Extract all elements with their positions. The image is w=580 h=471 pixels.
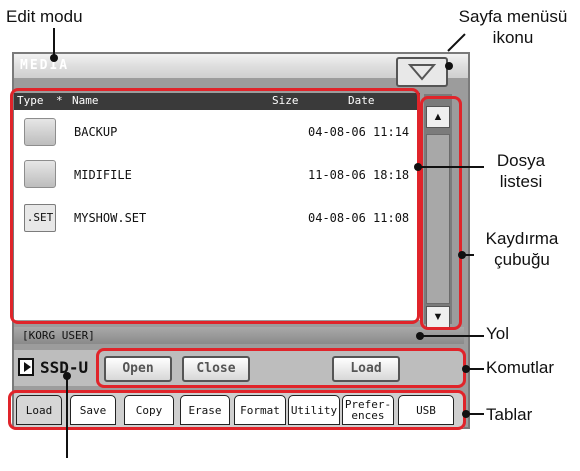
callout-scrollbar-line2: çubuğu <box>494 250 550 269</box>
callout-file-list-line1: Dosya <box>496 151 546 170</box>
callout-commands: Komutlar <box>486 358 555 377</box>
tabs-highlight <box>8 390 466 430</box>
file-list-highlight <box>10 88 420 324</box>
callout-file-list-line2: listesi <box>499 172 543 191</box>
scrollbar-highlight <box>420 96 462 330</box>
scrollbar-dot <box>458 251 466 259</box>
triangle-down-icon <box>407 64 437 81</box>
page-title: MEDIA <box>20 58 70 73</box>
page-menu-dot <box>445 62 453 70</box>
drive-dot <box>63 372 71 380</box>
callout-scrollbar: Kaydırma çubuğu <box>476 228 568 270</box>
callout-file-list: Dosya listesi <box>486 150 556 192</box>
tabs-dot <box>462 410 470 418</box>
callout-edit-mode: Edit modu <box>6 7 83 26</box>
callout-path: Yol <box>486 324 510 343</box>
commands-dot <box>462 365 470 373</box>
page-menu-button[interactable] <box>396 57 448 87</box>
path-label: [KORG USER] <box>22 329 95 342</box>
path-leader <box>420 335 484 337</box>
callout-page-menu-line1: Sayfa menüsü <box>458 7 568 26</box>
drive-selector-button[interactable] <box>18 358 34 376</box>
file-list-dot <box>414 163 422 171</box>
edit-mode-dot <box>50 54 58 62</box>
path-dot <box>416 332 424 340</box>
commands-highlight <box>96 348 466 388</box>
play-icon <box>24 362 31 372</box>
drive-leader <box>66 376 68 458</box>
file-list-leader <box>418 166 484 168</box>
callout-scrollbar-line1: Kaydırma <box>485 229 559 248</box>
callout-tabs: Tablar <box>486 405 533 424</box>
callout-page-menu-icon: Sayfa menüsü ikonu <box>448 6 578 48</box>
callout-page-menu-line2: ikonu <box>492 28 534 47</box>
